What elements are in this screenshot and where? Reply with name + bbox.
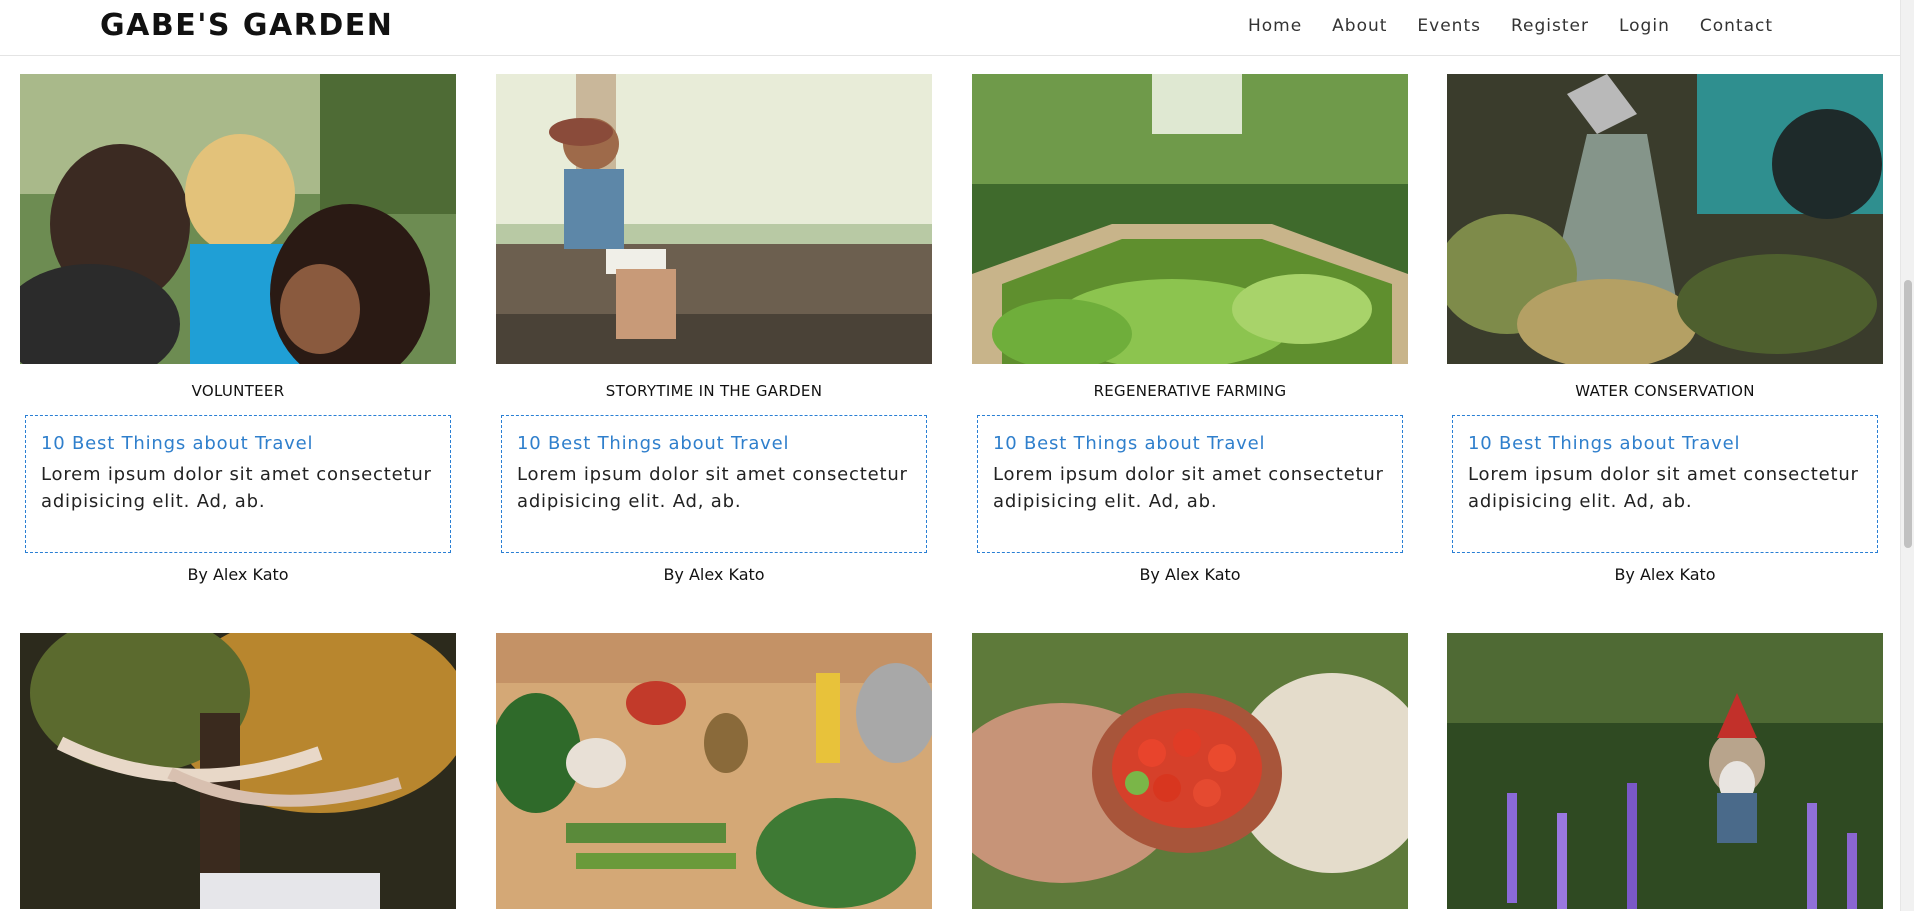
page-scrollbar[interactable]: [1900, 0, 1914, 911]
nav-register-link[interactable]: Register: [1496, 15, 1604, 37]
card-photo[interactable]: [972, 633, 1408, 909]
card-summary-box: 10 Best Things about Travel Lorem ipsum …: [501, 415, 927, 553]
site-brand[interactable]: GABE'S GARDEN: [100, 9, 393, 43]
card-author: By Alex Kato: [1614, 565, 1716, 584]
card-headline-link[interactable]: 10 Best Things about Travel: [993, 432, 1387, 456]
card-description: Lorem ipsum dolor sit amet consectetur a…: [1468, 464, 1859, 512]
nav-contact-link[interactable]: Contact: [1685, 15, 1788, 37]
card-title: WATER CONSERVATION: [1575, 382, 1755, 400]
card-author: By Alex Kato: [187, 565, 289, 584]
scrollbar-thumb[interactable]: [1904, 280, 1912, 548]
card-photo[interactable]: [972, 74, 1408, 364]
card-photo[interactable]: [496, 74, 932, 364]
card-photo[interactable]: [1447, 633, 1883, 909]
card-title: STORYTIME IN THE GARDEN: [605, 382, 823, 400]
card-title: VOLUNTEER: [191, 382, 285, 400]
card-author: By Alex Kato: [663, 565, 765, 584]
card-photo[interactable]: [20, 74, 456, 364]
card-photo[interactable]: [20, 633, 456, 909]
card-description: Lorem ipsum dolor sit amet consectetur a…: [993, 464, 1384, 512]
card-summary-box: 10 Best Things about Travel Lorem ipsum …: [977, 415, 1403, 553]
card-author: By Alex Kato: [1139, 565, 1241, 584]
card-photo[interactable]: [1447, 74, 1883, 364]
card-title: REGENERATIVE FARMING: [1093, 382, 1287, 400]
site-header: GABE'S GARDEN Home About Events Register…: [0, 0, 1900, 56]
nav-home-link[interactable]: Home: [1233, 15, 1317, 37]
card-summary-box: 10 Best Things about Travel Lorem ipsum …: [1452, 415, 1878, 553]
card-headline-link[interactable]: 10 Best Things about Travel: [41, 432, 435, 456]
card-description: Lorem ipsum dolor sit amet consectetur a…: [41, 464, 432, 512]
card-headline-link[interactable]: 10 Best Things about Travel: [517, 432, 911, 456]
card-summary-box: 10 Best Things about Travel Lorem ipsum …: [25, 415, 451, 553]
nav-events-link[interactable]: Events: [1402, 15, 1496, 37]
nav-login-link[interactable]: Login: [1604, 15, 1685, 37]
card-photo[interactable]: [496, 633, 932, 909]
card-headline-link[interactable]: 10 Best Things about Travel: [1468, 432, 1862, 456]
nav-about-link[interactable]: About: [1317, 15, 1402, 37]
card-description: Lorem ipsum dolor sit amet consectetur a…: [517, 464, 908, 512]
main-nav: Home About Events Register Login Contact: [1233, 15, 1788, 37]
